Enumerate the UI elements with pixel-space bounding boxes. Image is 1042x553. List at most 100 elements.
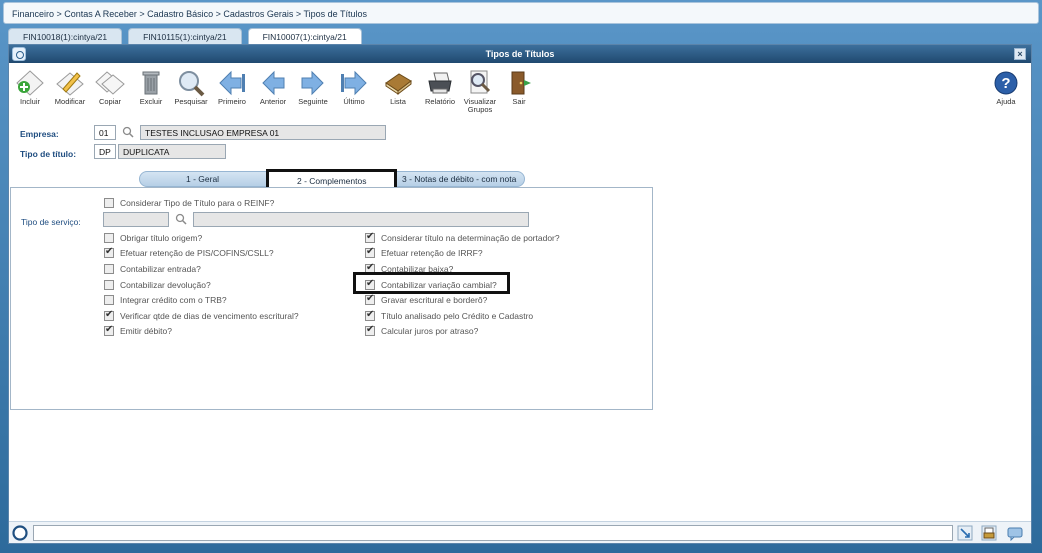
status-message-field: [33, 525, 953, 541]
breadcrumb: Financeiro > Contas A Receber > Cadastro…: [3, 2, 1039, 24]
seguinte-label: Seguinte: [298, 97, 328, 106]
reinf-checkbox[interactable]: [104, 198, 114, 208]
primeiro-label: Primeiro: [218, 97, 246, 106]
option-label: Emitir débito?: [120, 326, 172, 336]
view-groups-icon: [470, 70, 491, 94]
checkbox[interactable]: [104, 264, 114, 274]
opt-gravar-escritural-bordero[interactable]: Gravar escritural e borderô?: [365, 293, 488, 306]
ultimo-button[interactable]: Último: [334, 69, 374, 113]
checkbox[interactable]: [365, 324, 375, 336]
opt-emitir-debito[interactable]: Emitir débito?: [104, 324, 172, 337]
last-arrow-icon: [341, 70, 367, 96]
sair-label: Sair: [512, 97, 526, 106]
primeiro-button[interactable]: Primeiro: [212, 69, 252, 113]
opt-contabilizar-devolucao[interactable]: Contabilizar devolução?: [104, 279, 211, 291]
option-label: Efetuar retenção de PIS/COFINS/CSLL?: [120, 248, 274, 258]
incluir-button[interactable]: Incluir: [10, 69, 50, 113]
checkbox[interactable]: [104, 246, 114, 258]
printer-icon: [428, 72, 452, 94]
pesquisar-button[interactable]: Pesquisar: [171, 69, 211, 113]
tab-geral[interactable]: 1 - Geral: [186, 174, 219, 184]
tab-fin10115[interactable]: FIN10115(1):cintya/21: [128, 28, 242, 44]
opt-integrar-credito-trb[interactable]: Integrar crédito com o TRB?: [104, 294, 227, 306]
edit-pencil-icon: [56, 72, 84, 96]
trash-icon: [142, 71, 160, 95]
close-icon[interactable]: ×: [1014, 48, 1026, 60]
printer-status-icon[interactable]: [981, 525, 997, 541]
seguinte-button[interactable]: Seguinte: [293, 69, 333, 113]
opt-contabilizar-entrada[interactable]: Contabilizar entrada?: [104, 263, 201, 275]
subtab-bar: 1 - Geral 2 - Complementos 3 - Notas de …: [139, 169, 525, 191]
anterior-button[interactable]: Anterior: [253, 69, 293, 113]
opt-retencao-irrf[interactable]: Efetuar retenção de IRRF?: [365, 246, 483, 259]
reinf-option[interactable]: Considerar Tipo de Título para o REINF?: [104, 197, 274, 209]
lista-label: Lista: [390, 97, 406, 106]
visualizar-grupos-button[interactable]: Visualizar Grupos: [460, 69, 500, 114]
opt-verificar-dias-vencimento[interactable]: Verificar qtde de dias de vencimento esc…: [104, 309, 299, 322]
previous-arrow-icon: [262, 70, 285, 96]
tab-notas-de-debito[interactable]: 3 - Notas de débito - com nota: [402, 174, 516, 184]
chat-icon[interactable]: [1007, 525, 1023, 541]
svg-text:?: ?: [1001, 75, 1010, 92]
window-titlebar: Tipos de Títulos ×: [9, 45, 1031, 63]
checkbox[interactable]: [104, 280, 114, 290]
option-label: Contabilizar devolução?: [120, 280, 211, 290]
status-bar: [9, 521, 1031, 543]
checkbox[interactable]: [104, 295, 114, 305]
magnifier-icon: [179, 71, 205, 97]
copiar-button[interactable]: Copiar: [90, 69, 130, 113]
window-app-icon[interactable]: [12, 47, 26, 61]
pesquisar-label: Pesquisar: [174, 97, 208, 106]
next-arrow-icon: [301, 70, 324, 96]
tipo-titulo-label: Tipo de título:: [20, 149, 77, 159]
tab-fin10007[interactable]: FIN10007(1):cintya/21: [247, 28, 362, 44]
excluir-label: Excluir: [139, 97, 163, 106]
tab-fin10018[interactable]: FIN10018(1):cintya/21: [8, 28, 123, 44]
copiar-label: Copiar: [98, 97, 122, 106]
window-title: Tipos de Títulos: [485, 49, 555, 59]
checkbox[interactable]: [365, 231, 375, 243]
option-label: Considerar título na determinação de por…: [381, 233, 560, 243]
status-circle-icon[interactable]: [12, 525, 28, 541]
tipo-titulo-code-field[interactable]: DP: [94, 144, 116, 159]
checkbox[interactable]: [365, 246, 375, 258]
checkbox[interactable]: [365, 309, 375, 321]
empresa-code-field[interactable]: 01: [94, 125, 116, 140]
sair-button[interactable]: Sair: [499, 69, 539, 113]
checkbox[interactable]: [104, 233, 114, 243]
opt-retencao-pis-cofins-csll[interactable]: Efetuar retenção de PIS/COFINS/CSLL?: [104, 246, 274, 259]
network-icon[interactable]: [957, 525, 973, 541]
app-frame: Financeiro > Contas A Receber > Cadastro…: [0, 0, 1042, 553]
modificar-button[interactable]: Modificar: [50, 69, 90, 113]
option-label: Efetuar retenção de IRRF?: [381, 248, 483, 258]
first-arrow-icon: [219, 70, 245, 96]
tipo-servico-code-field[interactable]: [103, 212, 169, 227]
checkbox[interactable]: [365, 293, 375, 305]
relatorio-label: Relatório: [424, 97, 455, 106]
excluir-button[interactable]: Excluir: [131, 69, 171, 113]
copy-diamond-icon: [95, 71, 125, 95]
ultimo-label: Último: [343, 97, 365, 106]
opt-determinacao-portador[interactable]: Considerar título na determinação de por…: [365, 231, 560, 244]
tipo-titulo-name-field: DUPLICATA: [118, 144, 226, 159]
ajuda-button[interactable]: ? Ajuda: [986, 69, 1026, 113]
checkbox[interactable]: [104, 324, 114, 336]
highlight-frame: [353, 272, 510, 294]
option-label: Gravar escritural e borderô?: [381, 295, 488, 305]
relatorio-button[interactable]: Relatório: [420, 69, 460, 113]
empresa-label: Empresa:: [20, 129, 59, 139]
add-diamond-icon: [16, 70, 44, 96]
modificar-label: Modificar: [54, 97, 86, 106]
option-label: Calcular juros por atraso?: [381, 326, 479, 336]
program-tabs: FIN10018(1):cintya/21 FIN10115(1):cintya…: [8, 28, 362, 44]
empresa-search-icon[interactable]: [122, 126, 134, 138]
lista-button[interactable]: Lista: [378, 69, 418, 113]
opt-titulo-analisado-credito[interactable]: Título analisado pelo Crédito e Cadastro: [365, 309, 533, 322]
checkbox[interactable]: [104, 309, 114, 321]
toolbar: Incluir Modificar Copiar Excluir Pesquis…: [9, 65, 1031, 114]
list-book-icon: [385, 73, 412, 96]
incluir-label: Incluir: [19, 97, 40, 106]
opt-obrigar-titulo-origem[interactable]: Obrigar título origem?: [104, 232, 202, 244]
opt-calcular-juros-atraso[interactable]: Calcular juros por atraso?: [365, 324, 479, 337]
tipo-servico-search-icon[interactable]: [175, 213, 187, 225]
